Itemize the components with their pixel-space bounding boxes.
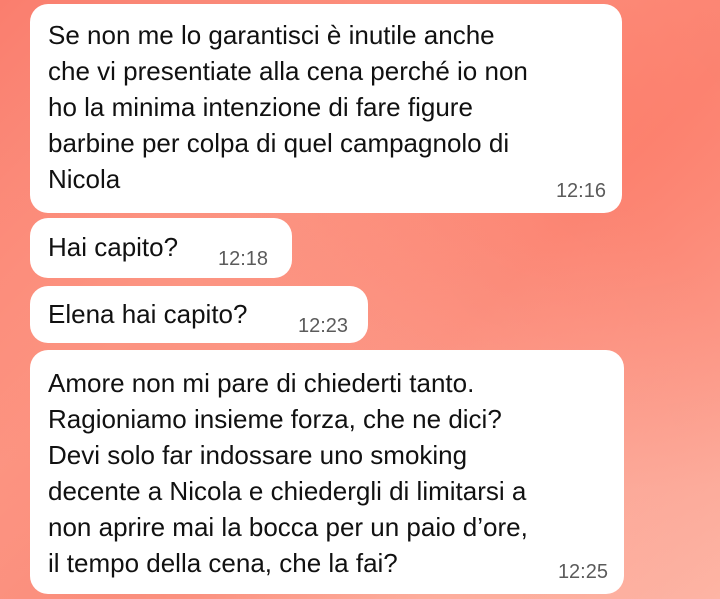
message-bubble[interactable]: Elena hai capito? 12:23 (30, 286, 368, 343)
chat-conversation: Se non me lo garantisci è inutile anche … (0, 0, 720, 599)
message-timestamp: 12:23 (298, 315, 349, 337)
message-text: Amore non mi pare di chiederti tanto. Ra… (48, 368, 528, 578)
message-bubble[interactable]: Hai capito? 12:18 (30, 218, 292, 278)
message-text: Se non me lo garantisci è inutile anche … (48, 20, 528, 194)
message-timestamp: 12:18 (218, 248, 269, 270)
message-bubble[interactable]: Se non me lo garantisci è inutile anche … (30, 4, 622, 213)
message-timestamp: 12:16 (555, 180, 606, 202)
message-bubble[interactable]: Amore non mi pare di chiederti tanto. Ra… (30, 350, 624, 594)
message-timestamp: 12:25 (557, 561, 608, 583)
